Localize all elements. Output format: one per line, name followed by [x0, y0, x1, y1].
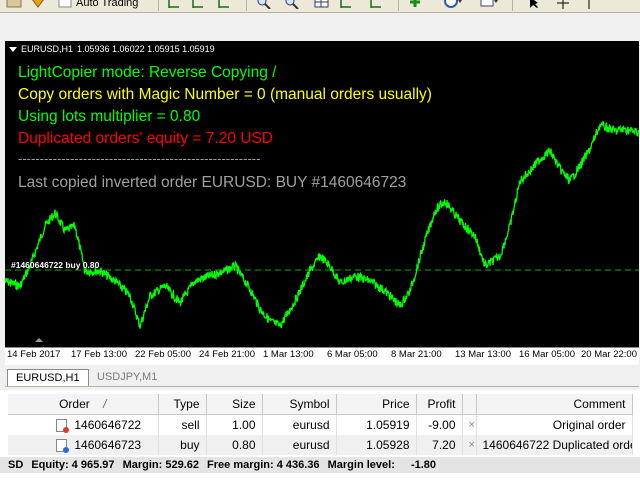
order-price: 1.05919 [336, 414, 417, 435]
order-size: 1.00 [206, 414, 263, 435]
account-status-bar: SD Equity: 4 965.97 Margin: 529.62 Free … [0, 457, 640, 473]
chart-symbol: EURUSD,H1 [21, 44, 74, 54]
order-type: sell [158, 414, 207, 435]
total-profit: -1.80 [410, 459, 437, 471]
order-profit: -9.00 [416, 414, 463, 435]
order-type: buy [158, 435, 207, 455]
time-tick: 16 Mar 05:00 [519, 349, 575, 360]
overlay-separator: ----------------------------------------… [18, 151, 261, 166]
clock-icon[interactable] [444, 0, 462, 10]
chart-ohlc-values: 1.05936 1.06022 1.05915 1.05919 [77, 44, 215, 54]
terminal-panel: Order / Type Size Symbol Price Profit Co… [0, 390, 640, 480]
column-header-size[interactable]: Size [206, 394, 263, 415]
column-header-close [462, 394, 477, 415]
time-axis: 14 Feb 2017 17 Feb 13:00 22 Feb 05:00 24… [5, 347, 639, 365]
zoom-out-icon[interactable] [284, 0, 300, 10]
column-header-profit[interactable]: Profit [416, 394, 463, 415]
order-line-label: #1460646722 buy 0.80 [11, 260, 100, 270]
orders-table: Order / Type Size Symbol Price Profit Co… [8, 394, 633, 455]
time-tick: 1 Mar 13:00 [263, 349, 314, 360]
margin-level-label: Margin level: [327, 459, 395, 471]
period-icon[interactable] [368, 0, 384, 10]
cursor-icon[interactable] [528, 0, 540, 10]
tile-icon[interactable] [314, 0, 330, 10]
autoscroll-icon[interactable] [190, 0, 204, 10]
column-header-type[interactable]: Type [158, 394, 207, 415]
time-tick: 22 Feb 05:00 [135, 349, 191, 360]
duplicated-equity-text: Duplicated orders' equity = 7.20 USD [18, 130, 273, 147]
line-tool-icon[interactable] [582, 0, 596, 10]
layer-icon[interactable] [6, 0, 22, 10]
table-row[interactable]: 1460646722 sell 1.00 eurusd 1.05919 -9.0… [8, 414, 633, 435]
last-copied-order-text: Last copied inverted order EURUSD: BUY #… [18, 174, 407, 191]
order-symbol: eurusd [262, 414, 337, 435]
chart-shift-icon[interactable] [166, 0, 180, 10]
toolbar-separator [246, 0, 247, 11]
chart-tab-bar: EURUSD,H1 USDJPY,M1 [5, 368, 639, 387]
template-icon[interactable] [480, 0, 498, 10]
close-order-icon[interactable]: × [462, 435, 477, 455]
equity-value: Equity: 4 965.97 [31, 459, 115, 471]
tab-usdjpy-m1[interactable]: USDJPY,M1 [89, 369, 165, 385]
period-separator-marker [35, 338, 43, 342]
sort-indicator-icon: / [103, 397, 107, 411]
close-order-icon[interactable]: × [462, 414, 477, 435]
order-symbol: eurusd [262, 435, 337, 455]
autotrading-label: Auto Trading [76, 0, 139, 9]
time-tick: 8 Mar 21:00 [391, 349, 442, 360]
zoom-in-icon[interactable] [256, 0, 272, 10]
main-toolbar: Auto Trading [0, 0, 640, 13]
order-profit: 7.20 [416, 435, 463, 455]
toolbar-separator [512, 0, 513, 11]
lots-multiplier-text: Using lots multiplier = 0.80 [18, 108, 201, 125]
column-header-symbol[interactable]: Symbol [262, 394, 337, 415]
bar-chart-icon[interactable] [216, 0, 230, 10]
toolbar-separator [398, 0, 399, 11]
autotrading-button[interactable]: Auto Trading [58, 0, 138, 10]
time-tick: 24 Feb 21:00 [199, 349, 255, 360]
column-header-order[interactable]: Order / [8, 394, 159, 415]
add-indicator-icon[interactable] [408, 0, 424, 10]
order-comment: Original order [476, 414, 633, 435]
chart-header: EURUSD,H1 1.05936 1.06022 1.05915 1.0591… [9, 44, 215, 54]
column-header-comment[interactable]: Comment [476, 394, 633, 415]
status-prefix: SD [8, 459, 24, 471]
buy-order-icon [56, 439, 69, 454]
time-tick: 14 Feb 2017 [7, 349, 61, 360]
order-price: 1.05928 [336, 435, 417, 455]
sell-order-icon [56, 419, 69, 434]
table-header: Order / Type Size Symbol Price Profit Co… [8, 394, 633, 415]
column-header-price[interactable]: Price [336, 394, 417, 415]
tab-eurusd-h1[interactable]: EURUSD,H1 [7, 369, 89, 386]
scroll-icon[interactable] [338, 0, 354, 10]
time-tick: 20 Mar 22:00 [581, 349, 637, 360]
crosshair-icon[interactable] [556, 0, 570, 10]
time-tick: 6 Mar 05:00 [327, 349, 378, 360]
order-id: 1460646722 [74, 417, 142, 432]
toolbar-separator [158, 0, 159, 11]
table-row[interactable]: 1460646723 buy 0.80 eurusd 1.05928 7.20 … [8, 435, 633, 455]
autotrading-icon[interactable] [30, 0, 46, 10]
dropdown-triangle-icon[interactable] [9, 46, 17, 52]
order-header-label: Order [59, 397, 90, 411]
autotrading-status-icon [58, 0, 72, 8]
magic-number-text: Copy orders with Magic Number = 0 (manua… [18, 86, 432, 103]
free-margin-value: Free margin: 4 436.36 [207, 459, 320, 471]
time-tick: 17 Feb 13:00 [71, 349, 127, 360]
order-id: 1460646723 [74, 437, 142, 452]
margin-value: Margin: 529.62 [122, 459, 199, 471]
order-size: 0.80 [206, 435, 263, 455]
order-comment: 1460646722 Duplicated order [476, 435, 633, 455]
time-tick: 13 Mar 13:00 [455, 349, 511, 360]
price-chart[interactable]: EURUSD,H1 1.05936 1.06022 1.05915 1.0591… [5, 41, 639, 347]
copier-mode-text: LightCopier mode: Reverse Copying / [18, 64, 277, 81]
